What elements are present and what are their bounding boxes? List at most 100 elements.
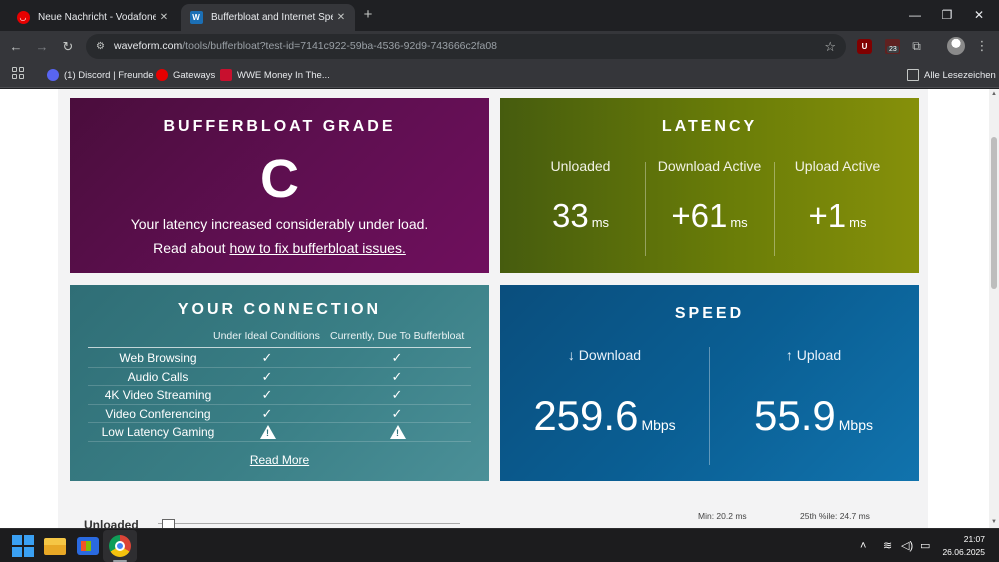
grade-link-line: Read about how to fix bufferbloat issues… [70,240,489,256]
row-label: Web Browsing [119,351,197,365]
windows-start-icon[interactable] [12,535,34,557]
tab-strip: ◡ Neue Nachricht - Vodafone Co ✕ W Buffe… [0,0,999,31]
header-ideal: Under Ideal Conditions [213,330,320,342]
speed-download: ↓ Download 259.6 Mbps [500,347,709,448]
detail-axis [158,523,460,524]
tray-chevron-icon[interactable]: ˄ [860,538,866,554]
bookmark-label: (1) Discord | Freunde [64,69,154,81]
chrome-icon[interactable] [109,535,131,557]
profile-avatar[interactable] [947,37,965,55]
latency-panel: LATENCY Unloaded 33 ms Download Active +6… [500,98,919,273]
check-icon: ✓ [391,368,403,384]
latency-number: +1 [808,197,847,234]
address-bar[interactable]: ⚙ waveform.com/tools/bufferbloat?test-id… [86,34,846,59]
file-explorer-icon[interactable] [44,538,66,555]
bookmark-label: Alle Lesezeichen [924,69,996,81]
forward-icon[interactable]: → [32,37,52,57]
speed-upload: ↑ Upload 55.9 Mbps [709,347,918,448]
check-icon: ✓ [391,405,403,421]
upload-value: 55.9 Mbps [709,393,918,448]
scroll-down-icon[interactable]: ▼ [991,519,997,525]
bookmark-discord[interactable]: (1) Discord | Freunde [47,66,154,84]
check-icon: ✓ [261,350,273,365]
grade-letter: C [260,149,299,209]
new-tab-button[interactable]: + [360,6,376,24]
latency-value: +1 ms [768,198,907,241]
bookmark-star-icon[interactable]: ☆ [824,38,836,55]
download-label: ↓ Download [567,347,642,363]
read-more-link[interactable]: Read More [250,453,309,467]
connection-title: YOUR CONNECTION [177,301,382,318]
row-label: Video Conferencing [105,406,211,421]
menu-dots-icon[interactable]: ⋮ [975,37,989,55]
table-row: Web Browsing ✓ ✓ [88,349,471,368]
upload-number: 55.9 [754,392,836,439]
row-label: 4K Video Streaming [104,388,212,402]
read-more-line: Read More [70,453,489,467]
apps-grid-icon[interactable] [12,67,24,79]
row-label: Low Latency Gaming [101,425,215,439]
battery-icon[interactable]: ▭ [920,538,930,554]
your-connection-panel: YOUR CONNECTION Under Ideal Conditions C… [70,285,489,481]
bookmark-label: WWE Money In The... [237,69,330,81]
windows-taskbar: ˄ ≋ ◁) ▭ 21:07 26.06.2025 [0,528,999,562]
store-icon[interactable] [77,537,99,555]
discord-icon [47,69,59,81]
wifi-icon[interactable]: ≋ [883,538,892,554]
table-row: 4K Video Streaming ✓ ✓ [88,386,471,405]
latency-label: Upload Active [794,158,881,174]
url-text[interactable]: waveform.com/tools/bufferbloat?test-id=7… [114,34,497,59]
bookmark-folder-all[interactable]: Alle Lesezeichen [907,66,996,84]
bookmark-gateways[interactable]: Gateways [156,66,215,84]
window-close-icon[interactable]: ✕ [957,4,999,26]
url-path: /tools/bufferbloat?test-id=7141c922-59ba… [182,40,498,52]
download-value: 259.6 Mbps [500,393,709,448]
check-icon: ✓ [261,405,273,421]
extension-badge: 23 [887,46,899,53]
scroll-up-icon[interactable]: ▲ [991,91,997,97]
grade-description: Your latency increased considerably unde… [130,216,429,232]
taskbar-clock[interactable]: 21:07 26.06.2025 [942,533,985,559]
latency-unit: ms [591,215,610,230]
latency-value: 33 ms [511,198,650,241]
warning-icon [390,425,406,439]
volume-icon[interactable]: ◁) [901,538,913,554]
latency-value: +61 ms [640,198,779,241]
bookmark-wwe[interactable]: WWE Money In The... [220,66,330,84]
latency-label: Unloaded [550,158,611,174]
warning-icon [260,425,276,439]
fix-bufferbloat-link[interactable]: how to fix bufferbloat issues. [229,240,405,256]
check-icon: ✓ [261,368,273,384]
folder-icon [907,69,919,81]
close-icon[interactable]: ✕ [156,12,172,23]
latency-unit: ms [849,215,867,230]
page-scrollbar[interactable]: ▲ ▼ [989,89,999,528]
detail-stat-min: Min: 20.2 ms [698,511,747,521]
back-icon[interactable]: ← [6,37,26,57]
detail-box [162,519,175,528]
download-number: 259.6 [533,392,639,439]
latency-download-active: Download Active +61 ms [640,158,779,241]
scroll-thumb[interactable] [991,137,997,289]
detail-label: Unloaded [84,518,139,528]
latency-number: +61 [671,197,728,234]
wwe-icon [220,69,232,81]
download-unit: Mbps [641,417,676,433]
extensions-puzzle-icon[interactable]: ⧉ [909,39,924,54]
grade-link-prefix: Read about [153,240,230,256]
tab-vodafone[interactable]: ◡ Neue Nachricht - Vodafone Co ✕ [8,4,178,31]
site-settings-icon[interactable]: ⚙ [94,40,107,53]
clock-time: 21:07 [963,534,985,544]
bookmark-label: Gateways [173,69,216,81]
reload-icon[interactable]: ↻ [58,37,78,57]
latency-unit: ms [730,215,748,230]
speed-panel: SPEED ↓ Download 259.6 Mbps ↑ Upload 55.9… [500,285,919,481]
close-icon[interactable]: ✕ [333,12,349,23]
tab-bufferbloat[interactable]: W Bufferbloat and Internet Speed ✕ [181,4,355,31]
grade-title: BUFFERBLOAT GRADE [163,118,396,135]
page-viewport: BUFFERBLOAT GRADE C Your latency increas… [0,89,999,528]
latency-label: Download Active [657,158,762,174]
tab-title: Bufferbloat and Internet Speed [211,12,333,23]
ublock-extension-icon[interactable]: U [857,39,872,54]
table-row: Low Latency Gaming [88,423,471,442]
